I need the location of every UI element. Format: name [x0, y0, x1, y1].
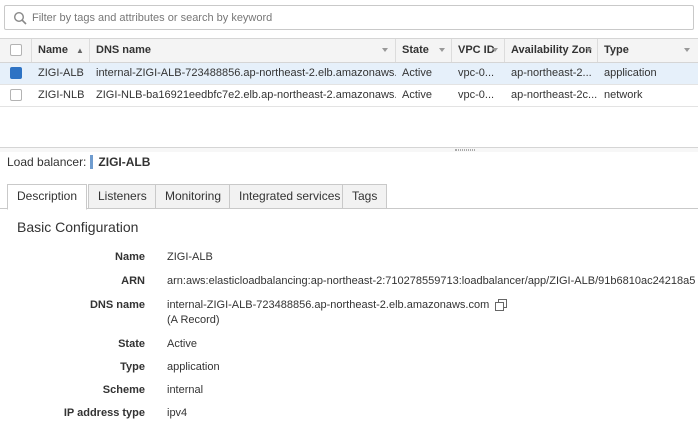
section-title: Basic Configuration: [17, 219, 139, 235]
column-header-state-label: State: [402, 44, 429, 56]
tab-listeners[interactable]: Listeners: [88, 184, 157, 209]
field-value-dns-record-type: (A Record): [167, 314, 220, 326]
cell-state: Active: [402, 67, 432, 79]
field-value-state: Active: [167, 338, 197, 350]
load-balancer-label: Load balancer:: [7, 155, 87, 169]
load-balancer-table: Name ▲ DNS name State VPC ID Availabilit…: [0, 38, 698, 107]
column-header-type[interactable]: Type: [598, 39, 698, 62]
field-label-name: Name: [115, 251, 145, 263]
select-all-checkbox[interactable]: [10, 44, 22, 56]
field-value-scheme: internal: [167, 384, 204, 396]
cell-type: network: [604, 89, 643, 101]
cell-vpc: vpc-0...: [458, 89, 495, 101]
field-value-arn: arn:aws:elasticloadbalancing:ap-northeas…: [167, 275, 696, 287]
pane-splitter[interactable]: [0, 147, 698, 152]
filter-icon[interactable]: [684, 48, 690, 52]
details-title: Load balancer: ZIGI-ALB: [7, 155, 151, 169]
column-header-name[interactable]: Name ▲: [32, 39, 90, 62]
cell-state: Active: [402, 89, 432, 101]
cell-name: ZIGI-NLB: [38, 89, 85, 101]
row-checkbox[interactable]: [10, 67, 22, 79]
field-label-type: Type: [120, 361, 145, 373]
field-value-dns-row: internal-ZIGI-ALB-723488856.ap-northeast…: [167, 299, 508, 312]
filter-icon[interactable]: [439, 48, 445, 52]
column-header-az[interactable]: Availability Zon: [505, 39, 598, 62]
select-all-cell: [0, 39, 32, 62]
table-row[interactable]: ZIGI-ALB internal-ZIGI-ALB-723488856.ap-…: [0, 63, 698, 85]
cell-az: ap-northeast-2...: [511, 67, 592, 79]
cell-dns: internal-ZIGI-ALB-723488856.ap-northeast…: [96, 67, 396, 79]
cell-type: application: [604, 67, 657, 79]
tab-monitoring[interactable]: Monitoring: [155, 184, 232, 209]
table-row[interactable]: ZIGI-NLB ZIGI-NLB-ba16921eedbfc7e2.elb.a…: [0, 85, 698, 107]
table-header: Name ▲ DNS name State VPC ID Availabilit…: [0, 38, 698, 63]
field-label-dns-name: DNS name: [89, 299, 145, 311]
tab-description[interactable]: Description: [7, 184, 88, 210]
field-label-ip-address-type: IP address type: [63, 407, 145, 419]
field-label-arn: ARN: [121, 275, 145, 287]
field-value-arn-row: arn:aws:elasticloadbalancing:ap-northeas…: [167, 275, 698, 287]
column-header-vpc[interactable]: VPC ID: [452, 39, 505, 62]
column-header-name-label: Name: [38, 44, 68, 56]
details-tabs: Description Listeners Monitoring Integra…: [0, 182, 698, 210]
tab-tags[interactable]: Tags: [342, 184, 388, 209]
cell-vpc: vpc-0...: [458, 67, 495, 79]
cell-dns: ZIGI-NLB-ba16921eedbfc7e2.elb.ap-northea…: [96, 89, 396, 101]
sort-ascending-icon: ▲: [76, 46, 84, 55]
column-header-vpc-label: VPC ID: [458, 44, 495, 56]
load-balancer-name: ZIGI-ALB: [90, 155, 151, 169]
search-icon: [13, 11, 27, 25]
splitter-grip-icon[interactable]: [455, 149, 475, 151]
column-header-dns[interactable]: DNS name: [90, 39, 396, 62]
filter-icon[interactable]: [586, 48, 592, 52]
row-checkbox[interactable]: [10, 89, 22, 101]
field-value-ip-address-type: ipv4: [167, 407, 188, 419]
field-label-scheme: Scheme: [102, 384, 145, 396]
cell-name: ZIGI-ALB: [38, 67, 84, 79]
copy-icon[interactable]: [495, 299, 508, 312]
cell-az: ap-northeast-2c...: [511, 89, 598, 101]
field-value-dns-name: internal-ZIGI-ALB-723488856.ap-northeast…: [167, 299, 490, 311]
search-bar[interactable]: [4, 5, 694, 30]
column-header-type-label: Type: [604, 44, 629, 56]
column-header-dns-label: DNS name: [96, 44, 152, 56]
column-header-az-label: Availability Zon: [511, 44, 592, 56]
field-value-name: ZIGI-ALB: [167, 251, 213, 263]
filter-icon[interactable]: [492, 48, 498, 52]
field-value-type: application: [167, 361, 220, 373]
column-header-state[interactable]: State: [396, 39, 452, 62]
search-input[interactable]: [32, 9, 682, 27]
field-label-state: State: [118, 338, 145, 350]
filter-icon[interactable]: [382, 48, 388, 52]
tab-integrated-services[interactable]: Integrated services: [229, 184, 351, 209]
